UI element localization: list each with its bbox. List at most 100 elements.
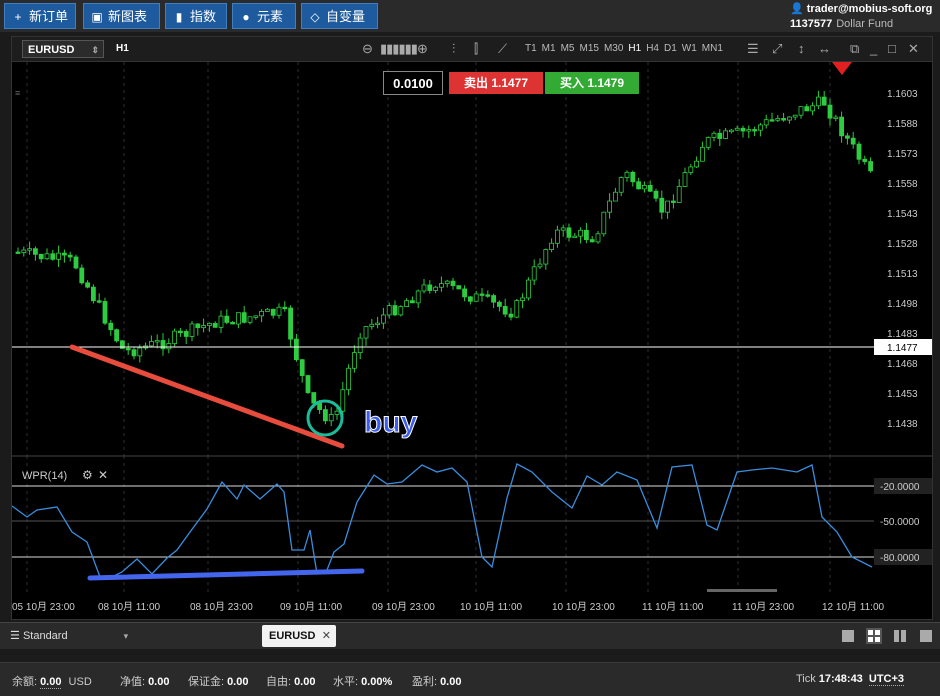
lot-input[interactable]: 0.0100: [383, 71, 443, 95]
vertical-fit-icon[interactable]: ↕: [798, 41, 805, 56]
chart-tab-bar: ☰ Standard ▾ EURUSD ✕: [0, 622, 940, 649]
zoom-out-icon[interactable]: ⊖: [362, 41, 373, 57]
price-tick: 1.1543: [887, 209, 918, 220]
main-toolbar: + 新订单 ▣ 新图表 ▮ 指数 ● 元素 ◇ 自变量 👤 trader@mobius-s…: [0, 0, 940, 32]
time-tick: 11 10月 23:00: [732, 601, 795, 613]
price-tick: 1.1483: [887, 329, 918, 340]
buy-annotation[interactable]: buy: [364, 406, 419, 440]
account-info[interactable]: 👤 trader@mobius-soft.org 1137577 Dollar F…: [790, 2, 936, 30]
wpr-label: WPR(14): [22, 470, 67, 482]
clock: Tick 17:48:43 UTC+3: [796, 673, 905, 686]
close-tab-icon[interactable]: ✕: [322, 625, 331, 647]
timezone[interactable]: UTC+3: [868, 673, 905, 686]
maximize-icon[interactable]: □: [888, 41, 896, 56]
minimize-icon[interactable]: _: [870, 41, 877, 56]
price-tick: 1.1498: [887, 299, 918, 310]
indicators-button[interactable]: ▮ 指数: [165, 3, 227, 29]
account-id: 1137577: [790, 18, 833, 30]
new-order-button[interactable]: + 新订单: [4, 3, 76, 29]
layout-single-icon[interactable]: [840, 628, 856, 644]
sell-marker-icon: [832, 62, 852, 75]
time-tick: 08 10月 23:00: [190, 601, 253, 613]
layout-columns-icon[interactable]: [892, 628, 908, 644]
buy-button[interactable]: 买入 1.1479: [545, 72, 639, 94]
price-tick: 1.1573: [887, 149, 918, 160]
settings-gear-icon[interactable]: ⚙: [82, 468, 93, 482]
panel-handle-icon: ≡: [15, 88, 20, 98]
tf-h1[interactable]: H1: [628, 43, 641, 54]
tf-m1[interactable]: M1: [542, 43, 556, 54]
price-tick: 1.1468: [887, 359, 918, 370]
wpr-trend-line[interactable]: [87, 568, 365, 581]
remove-indicator-icon[interactable]: ✕: [98, 468, 108, 482]
time-tick: 09 10月 23:00: [372, 601, 435, 613]
time-tick: 10 10月 23:00: [552, 601, 615, 613]
tf-d1[interactable]: D1: [664, 43, 677, 54]
status-bar: 余额: 0.00 USD 净值: 0.00 保证金: 0.00 自由: 0.00 水平:…: [0, 662, 940, 696]
margin-level: 水平: 0.00%: [333, 676, 393, 688]
price-tick: 1.1513: [887, 269, 918, 280]
tf-w1[interactable]: W1: [682, 43, 697, 54]
tab-eurusd[interactable]: EURUSD ✕: [262, 625, 336, 647]
template-selector[interactable]: ☰ Standard ▾: [10, 629, 128, 642]
detach-icon[interactable]: ⧉: [850, 41, 859, 57]
wpr-axis: -20.0000 -50.0000 -80.0000: [12, 478, 932, 565]
chart-toolbar: EURUSD ⇕ H1 ⊖ ▮▮▮▮▮▮ ⊕ ⫶ ⫿ ⟋ T1 M1 M5 M15 M30…: [12, 37, 932, 62]
time-tick: 12 10月 11:00: [822, 601, 885, 613]
equity: 净值: 0.00: [120, 676, 170, 688]
user-icon: 👤: [790, 3, 804, 15]
price-tick: 1.1558: [887, 179, 918, 190]
diamond-icon: ◇: [310, 10, 320, 24]
shapes-icon: ●: [242, 10, 250, 24]
price-tick: 1.1453: [887, 389, 918, 400]
price-tick: 1.1588: [887, 119, 918, 130]
menu-icon: ☰: [10, 630, 20, 642]
wpr-tick: -20.0000: [880, 482, 920, 493]
bar-chart-icon[interactable]: ⫶: [452, 41, 455, 57]
draw-line-icon[interactable]: ⤢: [772, 41, 782, 57]
zoom-slider[interactable]: ▮▮▮▮▮▮: [380, 41, 418, 57]
timeframe-list: T1 M1 M5 M15 M30 H1 H4 D1 W1 MN1: [525, 43, 728, 54]
margin: 保证金: 0.00: [188, 676, 249, 688]
zoom-in-icon[interactable]: ⊕: [417, 41, 428, 57]
tf-mn1[interactable]: MN1: [702, 43, 723, 54]
price-tick: 1.1603: [887, 89, 918, 100]
price-axis: 1.1603 1.1588 1.1573 1.1558 1.1543 1.1528 1.15…: [887, 89, 918, 430]
balance: 余额: 0.00 USD: [12, 676, 92, 689]
wpr-tick: -80.0000: [880, 553, 920, 564]
wpr-tick: -50.0000: [880, 517, 920, 528]
horizontal-scrollbar[interactable]: [707, 589, 777, 592]
tf-m15[interactable]: M15: [579, 43, 598, 54]
time-axis: 05 10月 23:00 08 10月 11:00 08 10月 23:00 09 1…: [12, 601, 885, 613]
chart-icon: ▣: [91, 10, 103, 24]
price-tick: 1.1438: [887, 419, 918, 430]
indicator-list-icon[interactable]: ☰: [747, 41, 759, 57]
candle-chart-icon[interactable]: ⫿: [474, 41, 478, 57]
current-price-label: 1.1477: [887, 343, 918, 354]
spin-icon: ⇕: [91, 45, 99, 55]
tf-h4[interactable]: H4: [646, 43, 659, 54]
account-user: trader@mobius-soft.org: [806, 3, 933, 15]
tf-m30[interactable]: M30: [604, 43, 623, 54]
new-chart-button[interactable]: ▣ 新图表: [83, 3, 160, 29]
time-tick: 11 10月 11:00: [642, 601, 704, 613]
time-tick: 09 10月 11:00: [280, 601, 343, 613]
tf-m5[interactable]: M5: [561, 43, 575, 54]
tf-t1[interactable]: T1: [525, 43, 537, 54]
plus-icon: +: [14, 10, 22, 24]
variables-button[interactable]: ◇ 自变量: [301, 3, 378, 29]
free-margin: 自由: 0.00: [266, 676, 316, 688]
chevron-down-icon: ▾: [123, 631, 129, 641]
time-tick: 08 10月 11:00: [98, 601, 161, 613]
layout-grid-icon[interactable]: [866, 628, 882, 644]
horizontal-fit-icon[interactable]: ↔: [818, 41, 831, 56]
line-chart-icon[interactable]: ⟋: [498, 41, 507, 57]
close-icon[interactable]: ✕: [908, 41, 919, 57]
chart-window: EURUSD ⇕ H1 ⊖ ▮▮▮▮▮▮ ⊕ ⫶ ⫿ ⟋ T1 M1 M5 M15 M30…: [11, 36, 933, 620]
symbol-selector[interactable]: EURUSD ⇕: [22, 40, 104, 58]
chart-canvas: 1.1477 buy 1.1603 1.1588 1.1573 1.1558 1.154…: [12, 62, 932, 613]
sell-button[interactable]: 卖出 1.1477: [449, 72, 543, 94]
elements-button[interactable]: ● 元素: [232, 3, 296, 29]
layout-rows-icon[interactable]: [918, 628, 934, 644]
bars-icon: ▮: [175, 10, 183, 24]
